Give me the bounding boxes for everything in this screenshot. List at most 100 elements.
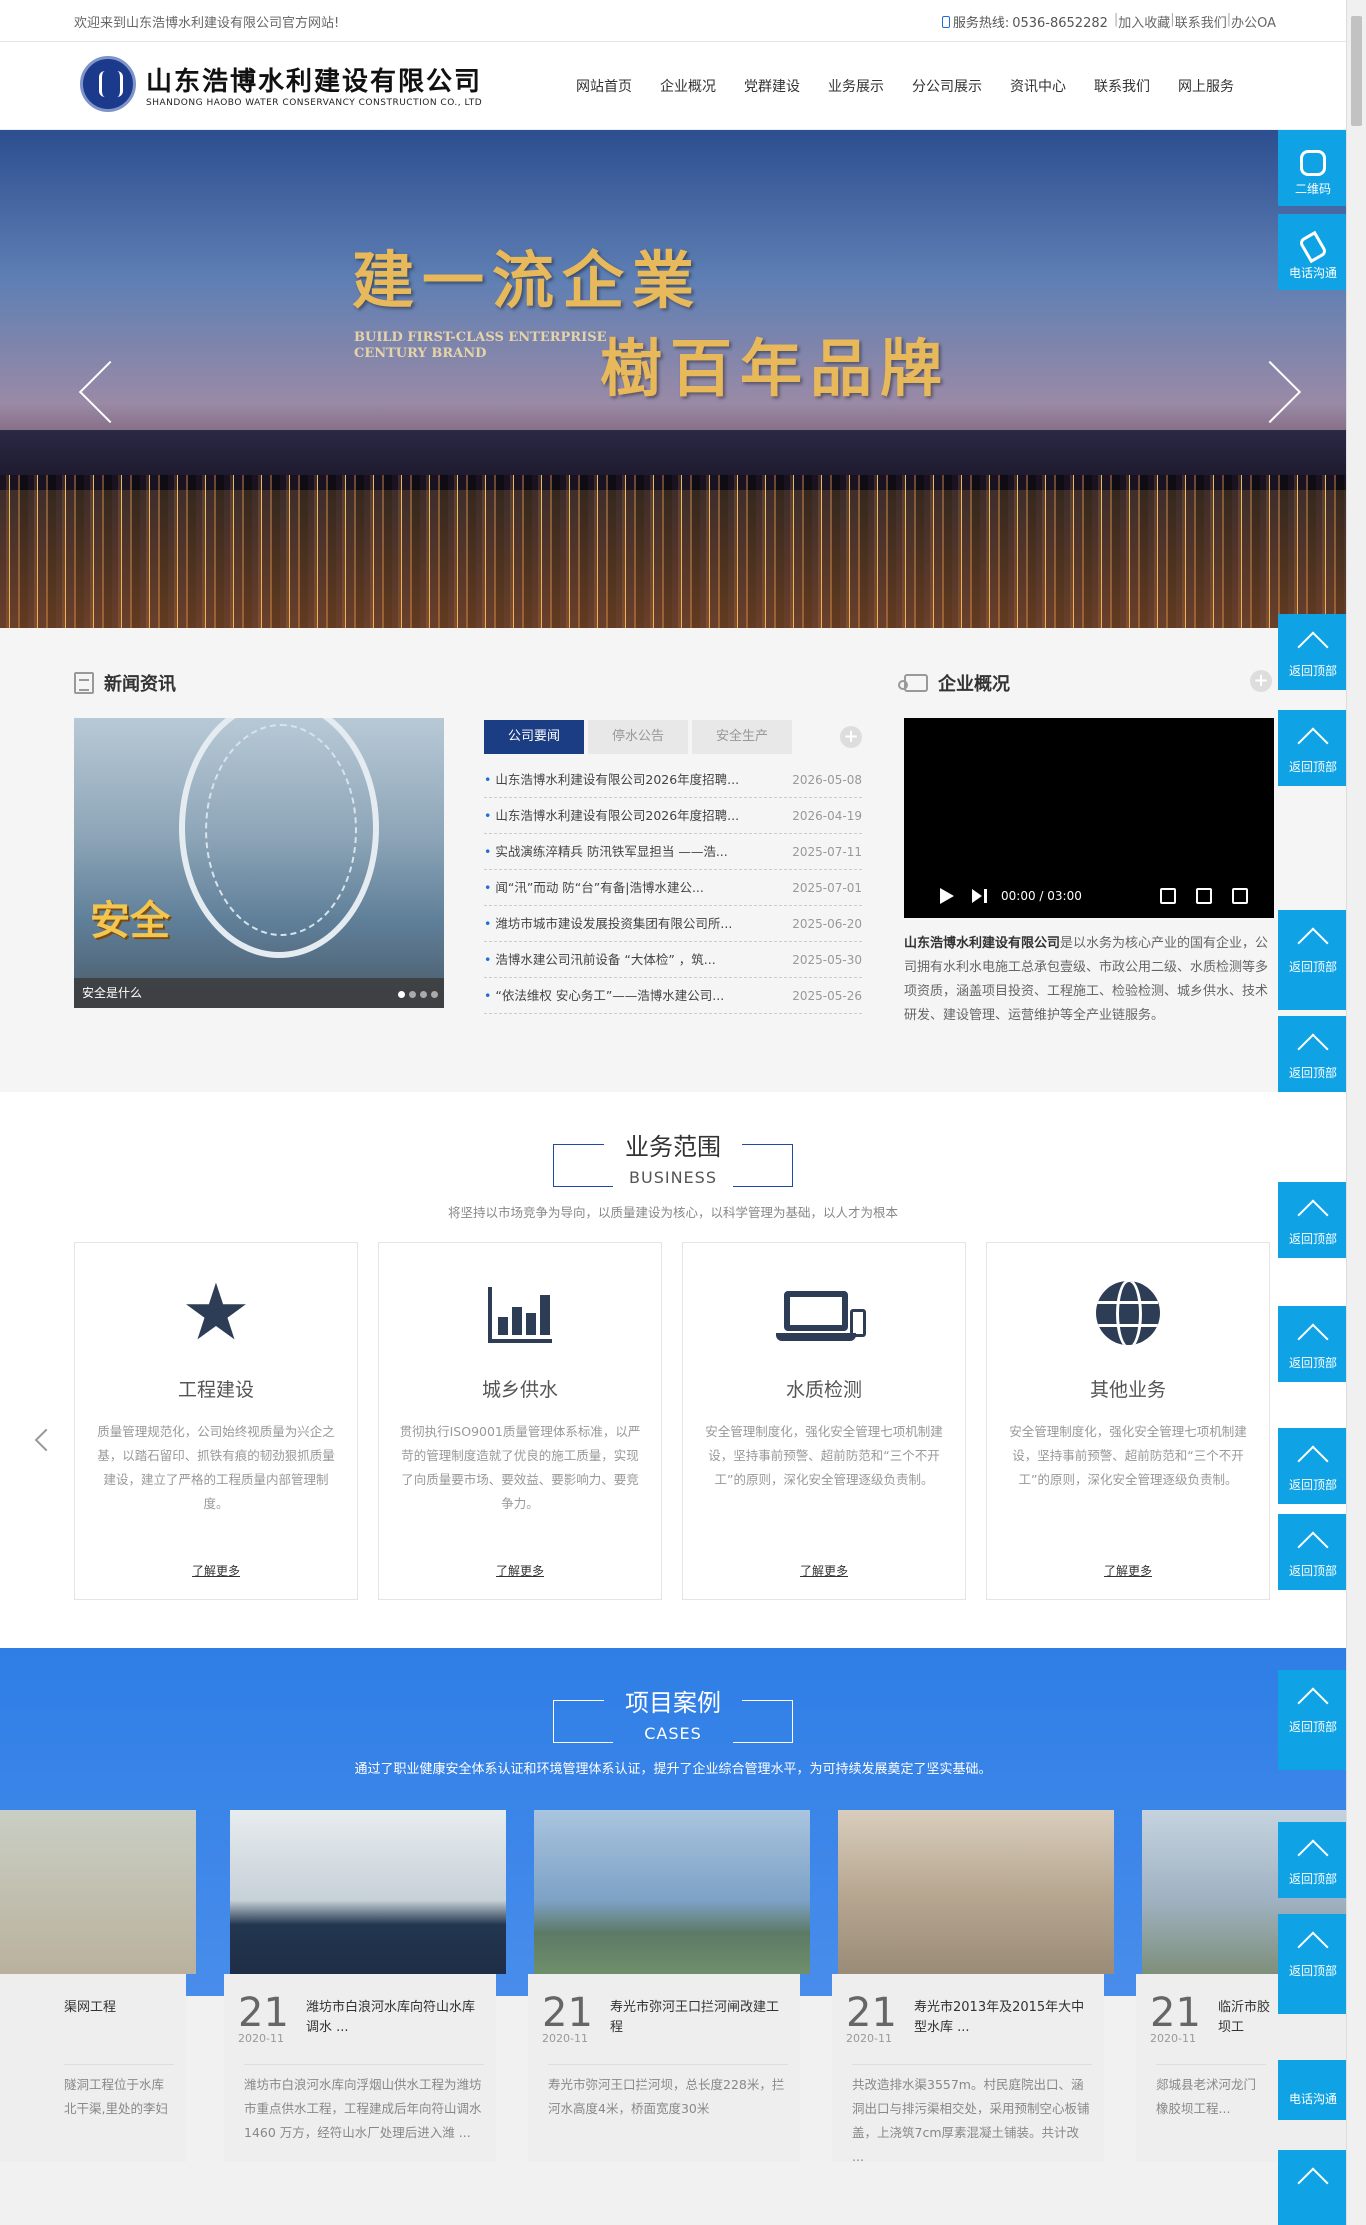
news-item[interactable]: 潍坊市城市建设发展投资集团有限公司所... 2025-06-20 bbox=[484, 906, 862, 942]
back-to-top-button[interactable]: 返回顶部 bbox=[1278, 1016, 1348, 1092]
case-desc: 隧洞工程位于水库北干渠,里处的李妇 bbox=[64, 2064, 174, 2121]
page-scrollbar[interactable] bbox=[1346, 0, 1366, 2225]
star-icon: ★ bbox=[181, 1268, 251, 1358]
case-info: 21 2020-11 寿光市2013年及2015年大中型水库 ... 共改造排水… bbox=[832, 1974, 1104, 2164]
back-to-top-button[interactable] bbox=[1278, 2150, 1348, 2225]
nav-online-service[interactable]: 网上服务 bbox=[1178, 76, 1234, 96]
news-more-plus-icon[interactable]: + bbox=[840, 726, 862, 748]
case-title[interactable]: 寿光市2013年及2015年大中型水库 ... bbox=[914, 1998, 1094, 2038]
news-item-title[interactable]: 浩博水建公司汛前设备 “大体检” ，筑... bbox=[484, 942, 764, 977]
phone-contact-button[interactable]: 电话沟通 bbox=[1278, 2060, 1348, 2120]
case-card[interactable]: 21 2020-11 潍坊市白浪河水库向符山水库调水 ... 潍坊市白浪河水库向… bbox=[224, 1810, 506, 2162]
case-day: 21 bbox=[542, 1990, 593, 2036]
back-to-top-button[interactable]: 返回顶部 bbox=[1278, 710, 1348, 786]
next-icon[interactable] bbox=[972, 889, 982, 903]
back-to-top-button[interactable]: 返回顶部 bbox=[1278, 1822, 1348, 1898]
back-to-top-label: 返回顶部 bbox=[1288, 760, 1337, 774]
tab-safety[interactable]: 安全生产 bbox=[692, 720, 792, 754]
slide-dot[interactable] bbox=[409, 991, 416, 998]
banner-slogan-en-line2: CENTURY BRAND bbox=[354, 346, 487, 361]
company-more-plus-icon[interactable]: + bbox=[1250, 670, 1272, 692]
nav-party[interactable]: 党群建设 bbox=[744, 76, 800, 96]
news-item[interactable]: 实战演练淬精兵 防汛铁军显担当 ——浩... 2025-07-11 bbox=[484, 834, 862, 870]
captions-icon[interactable] bbox=[1196, 888, 1212, 904]
news-item-title[interactable]: 潍坊市城市建设发展投资集团有限公司所... bbox=[484, 906, 764, 941]
back-to-top-button[interactable]: 返回顶部 bbox=[1278, 1514, 1348, 1590]
logo[interactable]: 山东浩博水利建设有限公司 SHANDONG HAOBO WATER CONSER… bbox=[80, 56, 482, 112]
tab-company-news[interactable]: 公司要闻 bbox=[484, 720, 584, 754]
news-caption-text: 安全是什么 bbox=[82, 986, 143, 1000]
news-section: 新闻资讯 安全 安全是什么 公司要闻 停水公告 安全生产 + 山东浩博水利建设有… bbox=[0, 628, 1346, 1092]
business-card[interactable]: 城乡供水 贯彻执行ISO9001质量管理体系标准，以严苛的管理制度造就了优良的施… bbox=[378, 1242, 662, 1600]
case-title[interactable]: 渠网工程 bbox=[64, 1998, 244, 2018]
news-item-title[interactable]: 闻“汛”而动 防“台”有备|浩博水建公... bbox=[484, 870, 764, 905]
news-item-title[interactable]: 山东浩博水利建设有限公司2026年度招聘... bbox=[484, 762, 764, 797]
fullscreen-icon[interactable] bbox=[1232, 888, 1248, 904]
news-item[interactable]: 山东浩博水利建设有限公司2026年度招聘... 2026-05-08 bbox=[484, 762, 862, 798]
slide-dot[interactable] bbox=[431, 991, 438, 998]
news-item-title[interactable]: 实战演练淬精兵 防汛铁军显担当 ——浩... bbox=[484, 834, 764, 869]
back-to-top-button[interactable]: 返回顶部 bbox=[1278, 1182, 1348, 1258]
news-item[interactable]: 闻“汛”而动 防“台”有备|浩博水建公... 2025-07-01 bbox=[484, 870, 862, 906]
back-to-top-button[interactable]: 返回顶部 bbox=[1278, 1306, 1348, 1382]
back-to-top-button[interactable]: 返回顶部 bbox=[1278, 910, 1348, 1010]
logo-name-en: SHANDONG HAOBO WATER CONSERVANCY CONSTRU… bbox=[146, 97, 483, 108]
learn-more-link[interactable]: 了解更多 bbox=[75, 1562, 357, 1579]
chevron-up-icon bbox=[1297, 1839, 1329, 1871]
contact-us-link[interactable]: 联系我们 bbox=[1175, 12, 1227, 31]
learn-more-link[interactable]: 了解更多 bbox=[683, 1562, 965, 1579]
news-item-title[interactable]: “依法维权 安心务工”——浩博水建公司... bbox=[484, 978, 764, 1013]
play-icon[interactable] bbox=[940, 888, 954, 904]
hotline-label: 服务热线: bbox=[952, 16, 1010, 31]
back-to-top-button[interactable]: 返回顶部 bbox=[1278, 614, 1348, 690]
volume-icon[interactable] bbox=[1160, 888, 1176, 904]
case-card[interactable]: 21 2020-11 寿光市2013年及2015年大中型水库 ... 共改造排水… bbox=[832, 1810, 1114, 2164]
news-item[interactable]: 浩博水建公司汛前设备 “大体检” ，筑... 2025-05-30 bbox=[484, 942, 862, 978]
business-prev-arrow-icon[interactable] bbox=[34, 1428, 58, 1452]
nav-news[interactable]: 资讯中心 bbox=[1010, 76, 1066, 96]
welcome-text: 欢迎来到山东浩博水利建设有限公司官方网站! bbox=[74, 16, 340, 31]
slideshow-dots bbox=[398, 991, 438, 998]
news-slideshow[interactable]: 安全 安全是什么 bbox=[74, 718, 444, 1008]
business-card[interactable]: ★ 工程建设 质量管理规范化，公司始终视质量为兴企之基，以踏石留印、抓铁有痕的韧… bbox=[74, 1242, 358, 1600]
learn-more-link[interactable]: 了解更多 bbox=[379, 1562, 661, 1579]
case-card[interactable]: 渠网工程 隧洞工程位于水库北干渠,里处的李妇 bbox=[0, 1810, 196, 2162]
business-card-desc: 质量管理规范化，公司始终视质量为兴企之基，以踏石留印、抓铁有痕的韧劲狠抓质量建设… bbox=[97, 1424, 335, 1511]
nav-branches[interactable]: 分公司展示 bbox=[912, 76, 982, 96]
add-favorite-link[interactable]: 加入收藏 bbox=[1118, 12, 1170, 31]
oa-link[interactable]: 办公OA bbox=[1231, 12, 1276, 31]
business-card-name: 城乡供水 bbox=[481, 1379, 558, 1401]
back-to-top-label: 返回顶部 bbox=[1288, 1872, 1337, 1886]
case-title[interactable]: 寿光市弥河王口拦河闸改建工程 bbox=[610, 1998, 790, 2038]
slide-dot[interactable] bbox=[398, 991, 405, 998]
chevron-up-icon bbox=[1297, 1931, 1329, 1963]
banner-prev-arrow-icon[interactable] bbox=[78, 360, 142, 424]
news-item[interactable]: “依法维权 安心务工”——浩博水建公司... 2025-05-26 bbox=[484, 978, 862, 1014]
telephone-icon bbox=[1297, 230, 1329, 264]
qr-code-button[interactable]: 二维码 bbox=[1278, 130, 1348, 206]
back-to-top-button[interactable]: 返回顶部 bbox=[1278, 1914, 1348, 2014]
nav-contact[interactable]: 联系我们 bbox=[1094, 76, 1150, 96]
case-year-month: 2020-11 bbox=[846, 2032, 892, 2045]
banner-next-arrow-icon[interactable] bbox=[1238, 360, 1302, 424]
news-item[interactable]: 山东浩博水利建设有限公司2026年度招聘... 2026-04-19 bbox=[484, 798, 862, 834]
slide-dot[interactable] bbox=[420, 991, 427, 998]
learn-more-link[interactable]: 了解更多 bbox=[987, 1562, 1269, 1579]
nav-business[interactable]: 业务展示 bbox=[828, 76, 884, 96]
nav-company[interactable]: 企业概况 bbox=[660, 76, 716, 96]
chevron-up-icon bbox=[1297, 927, 1329, 959]
business-card[interactable]: 其他业务 安全管理制度化，强化安全管理七项机制建设，坚持事前预警、超前防范和“三… bbox=[986, 1242, 1270, 1600]
company-video[interactable]: 00:00 / 03:00 bbox=[904, 718, 1274, 918]
tab-water-outage[interactable]: 停水公告 bbox=[588, 720, 688, 754]
back-to-top-button[interactable]: 返回顶部 bbox=[1278, 1670, 1348, 1770]
phone-contact-button[interactable]: 电话沟通 bbox=[1278, 214, 1348, 290]
case-title[interactable]: 临沂市胶坝工 bbox=[1218, 1998, 1278, 2038]
case-title[interactable]: 潍坊市白浪河水库向符山水库调水 ... bbox=[306, 1998, 486, 2038]
back-to-top-button[interactable]: 返回顶部 bbox=[1278, 1428, 1348, 1504]
business-card[interactable]: 水质检测 安全管理制度化，强化安全管理七项机制建设，坚持事前预警、超前防范和“三… bbox=[682, 1242, 966, 1600]
scrollbar-thumb[interactable] bbox=[1351, 16, 1362, 126]
case-card[interactable]: 21 2020-11 寿光市弥河王口拦河闸改建工程 寿光市弥河王口拦河坝，总长度… bbox=[528, 1810, 810, 2162]
nav-home[interactable]: 网站首页 bbox=[576, 76, 632, 96]
news-item-title[interactable]: 山东浩博水利建设有限公司2026年度招聘... bbox=[484, 798, 764, 833]
hotline: 服务热线: 0536-8652282 bbox=[936, 12, 1114, 31]
